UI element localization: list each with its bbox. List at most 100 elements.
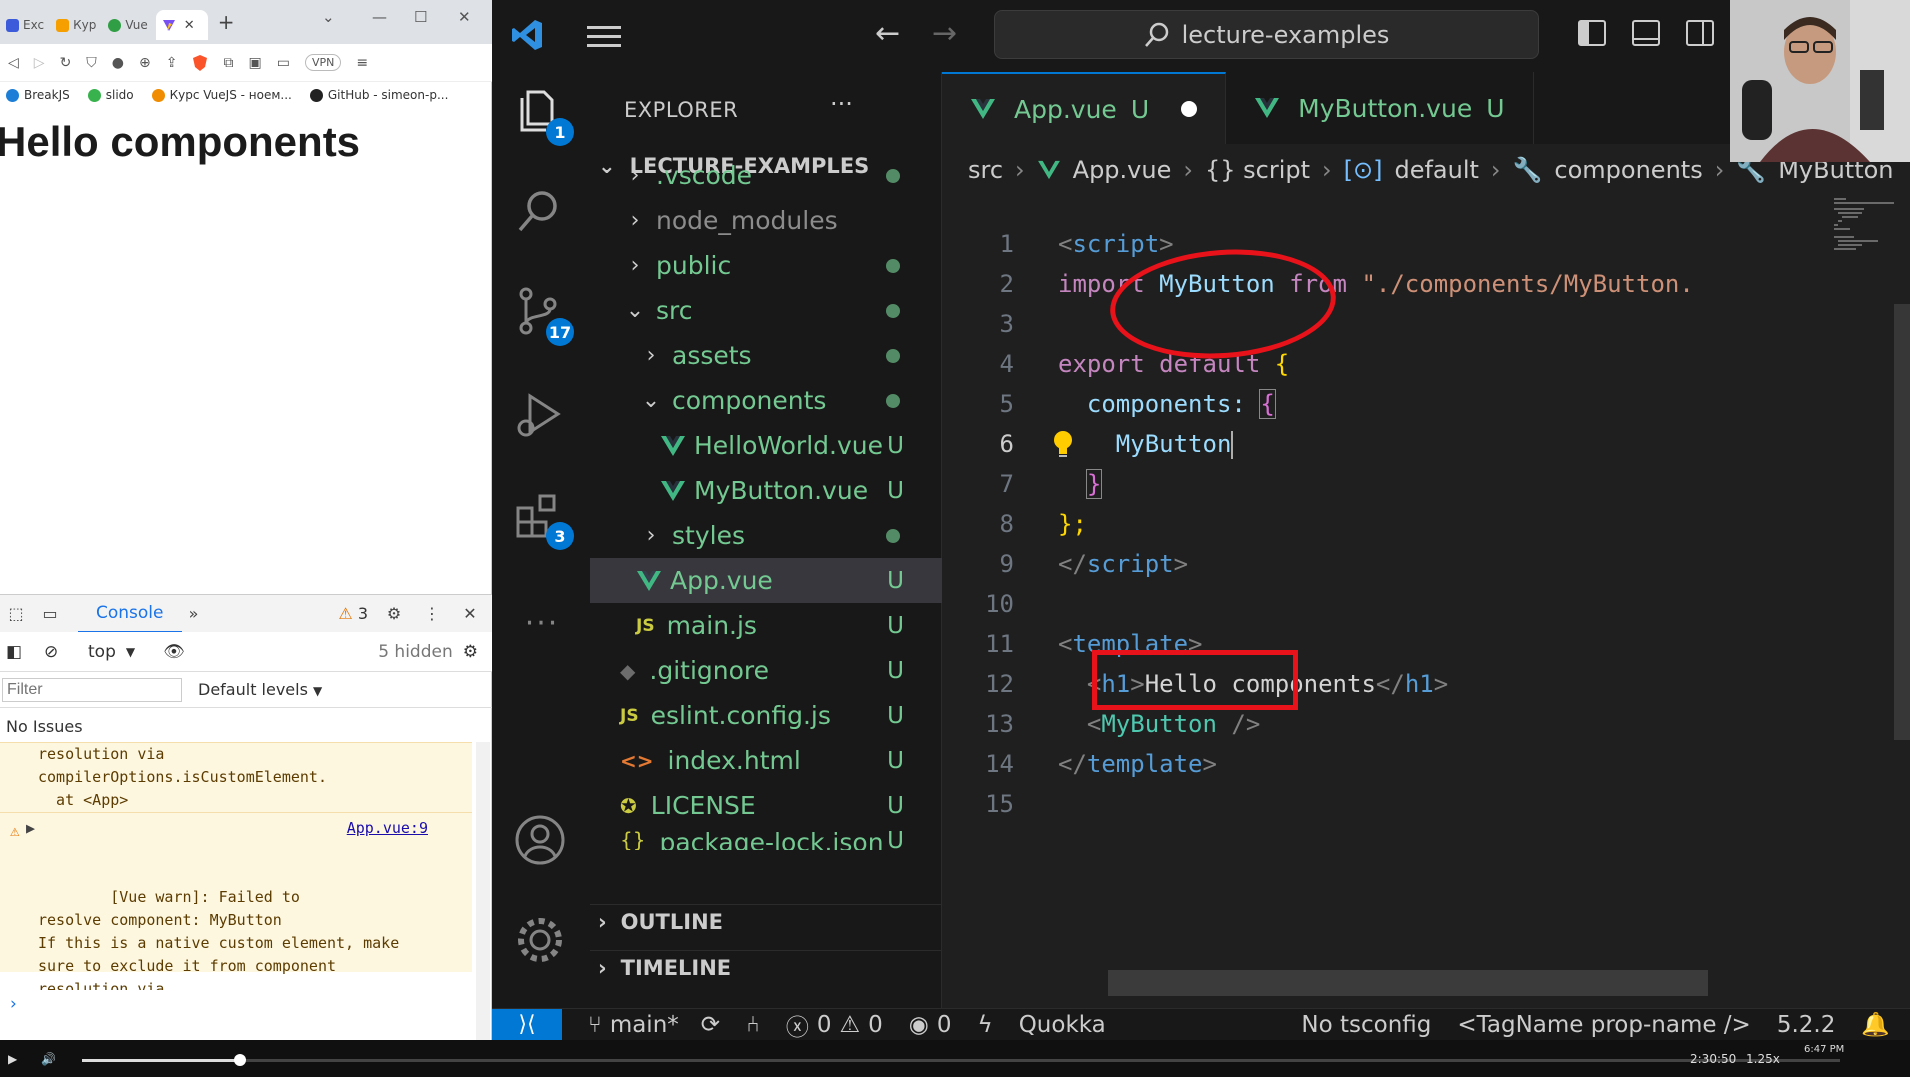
tab-app-vue[interactable]: App.vue U bbox=[942, 72, 1227, 144]
tree-item-components[interactable]: ⌄ components bbox=[590, 378, 942, 423]
zoom-icon[interactable]: ⊕ bbox=[139, 55, 151, 71]
warning-counter[interactable]: ⚠ 3 bbox=[338, 604, 368, 623]
console-prompt[interactable]: › bbox=[10, 994, 17, 1014]
breadcrumb-item[interactable]: components bbox=[1554, 156, 1702, 184]
tree-item-mybutton-vue[interactable]: MyButton.vue U bbox=[590, 468, 942, 513]
extensions-icon[interactable]: 3 bbox=[514, 490, 574, 550]
brave-shield-icon[interactable] bbox=[192, 54, 208, 72]
bookmark-item[interactable]: BreakJS bbox=[6, 88, 70, 102]
tree-item-helloworld-vue[interactable]: HelloWorld.vue U bbox=[590, 423, 942, 468]
tree-item-license[interactable]: ✪ LICENSE U bbox=[590, 783, 942, 828]
outline-section[interactable]: › OUTLINE bbox=[598, 910, 723, 934]
breadcrumb-item[interactable]: App.vue bbox=[1073, 156, 1172, 184]
console-settings-gear-icon[interactable]: ⚙ bbox=[463, 642, 478, 662]
code-editor[interactable]: 1 2 3 4 5 6 7 8 9 10 11 12 13 14 15 <scr… bbox=[942, 194, 1910, 894]
breadcrumb-item[interactable]: {} script bbox=[1205, 156, 1310, 184]
close-window-icon[interactable]: ✕ bbox=[458, 8, 471, 26]
bookmark-icon[interactable]: ⛉ bbox=[86, 55, 97, 71]
tree-item-index-html[interactable]: <> index.html U bbox=[590, 738, 942, 783]
share-icon[interactable]: ⇪ bbox=[166, 55, 178, 71]
tsconfig-status[interactable]: No tsconfig bbox=[1301, 1012, 1431, 1038]
context-selector[interactable]: top ▼ bbox=[88, 642, 135, 662]
play-icon[interactable]: ▶ bbox=[8, 1052, 17, 1066]
unsaved-dot-icon[interactable] bbox=[1181, 101, 1198, 117]
bookmark-item[interactable]: Курс VueJS - ноем... bbox=[151, 88, 292, 102]
new-tab-button[interactable]: + bbox=[218, 10, 235, 34]
browser-tab[interactable]: Кур bbox=[50, 10, 102, 40]
forward-arrow-icon[interactable]: → bbox=[932, 16, 957, 51]
manage-gear-icon[interactable] bbox=[514, 914, 570, 970]
kebab-menu-icon[interactable]: ⋮ bbox=[420, 604, 444, 623]
editor-vertical-scrollbar[interactable] bbox=[1894, 304, 1910, 740]
explorer-more-actions-icon[interactable]: ··· bbox=[830, 90, 853, 118]
menu-icon[interactable] bbox=[587, 26, 621, 48]
menu-icon[interactable]: ≡ bbox=[356, 55, 368, 71]
expand-triangle-icon[interactable]: ▶ bbox=[26, 817, 35, 840]
sidebar-toggle-icon[interactable]: ◧ bbox=[6, 642, 28, 662]
clear-console-icon[interactable]: ⊘ bbox=[44, 642, 66, 662]
toggle-panel-icon[interactable] bbox=[1632, 20, 1660, 46]
timeline-section[interactable]: › TIMELINE bbox=[598, 956, 731, 980]
tab-console[interactable]: Console bbox=[78, 595, 182, 633]
tagname-status[interactable]: <TagName prop-name /> bbox=[1457, 1012, 1750, 1038]
tree-item-node-modules[interactable]: › node_modules bbox=[590, 198, 942, 243]
breadcrumb-item[interactable]: src bbox=[968, 156, 1003, 184]
tree-item-package-lock[interactable]: {} package-lock.json U bbox=[590, 828, 942, 850]
browser-tab[interactable]: Exc bbox=[0, 10, 50, 40]
wallet-icon[interactable]: ▭ bbox=[277, 55, 290, 71]
log-levels-dropdown[interactable]: Default levels ▼ bbox=[198, 680, 322, 699]
explorer-files-icon[interactable]: 1 bbox=[514, 86, 574, 146]
ports-status[interactable]: ◉ 0 bbox=[909, 1012, 952, 1038]
problems-status[interactable]: ⓧ 0 ⚠ 0 bbox=[786, 1008, 883, 1042]
source-control-icon[interactable]: 17 bbox=[514, 286, 574, 346]
notifications-bell-icon[interactable]: 🔔 bbox=[1861, 1011, 1890, 1038]
more-views-icon[interactable]: ··· bbox=[514, 606, 570, 662]
back-icon[interactable]: ◁ bbox=[8, 55, 19, 71]
device-toolbar-icon[interactable]: ▭ bbox=[38, 604, 62, 623]
lightning-icon[interactable]: ϟ bbox=[978, 1012, 993, 1038]
seek-bar-track[interactable] bbox=[240, 1059, 1840, 1062]
breadcrumb-item[interactable]: default bbox=[1394, 156, 1478, 184]
playback-speed[interactable]: 1.25x bbox=[1746, 1052, 1780, 1066]
close-tab-icon[interactable]: ✕ bbox=[184, 18, 195, 33]
run-debug-icon[interactable] bbox=[514, 390, 570, 446]
bookmark-item[interactable]: slido bbox=[87, 88, 134, 102]
forward-icon[interactable]: ▷ bbox=[34, 55, 45, 71]
tree-item-eslint-config[interactable]: JS eslint.config.js U bbox=[590, 693, 942, 738]
extensions-icon[interactable]: ⧉ bbox=[223, 55, 233, 71]
typescript-version[interactable]: 5.2.2 bbox=[1777, 1012, 1836, 1038]
maximize-icon[interactable]: ☐ bbox=[414, 8, 427, 26]
account-icon[interactable] bbox=[514, 814, 570, 870]
sidebar-icon[interactable]: ▣ bbox=[248, 55, 261, 71]
search-icon[interactable] bbox=[514, 186, 570, 242]
quokka-status[interactable]: Quokka bbox=[1019, 1012, 1106, 1038]
info-icon[interactable]: ● bbox=[112, 55, 124, 71]
tree-item-app-vue[interactable]: App.vue U bbox=[590, 558, 942, 603]
volume-icon[interactable]: 🔊 bbox=[41, 1052, 56, 1066]
toggle-secondary-sidebar-icon[interactable] bbox=[1686, 20, 1714, 46]
editor-horizontal-scrollbar[interactable] bbox=[1108, 970, 1708, 996]
sync-icon[interactable]: ⟳ bbox=[701, 1012, 720, 1038]
inspect-element-icon[interactable]: ⬚ bbox=[4, 604, 28, 623]
tree-item-styles[interactable]: › styles bbox=[590, 513, 942, 558]
vpn-button[interactable]: VPN bbox=[304, 54, 342, 71]
live-expression-eye-icon[interactable]: 👁 bbox=[163, 642, 185, 662]
remote-indicator-icon[interactable]: ⟩⟨ bbox=[492, 1008, 562, 1041]
console-filter-input[interactable] bbox=[2, 677, 182, 702]
tab-mybutton-vue[interactable]: MyButton.vue U bbox=[1226, 72, 1534, 144]
command-center-search[interactable]: lecture-examples bbox=[994, 10, 1539, 59]
tree-item-assets[interactable]: › assets bbox=[590, 333, 942, 378]
reload-icon[interactable]: ↻ bbox=[60, 55, 72, 71]
source-link[interactable]: App.vue:9 bbox=[347, 817, 428, 840]
browser-tab-active[interactable]: ✕ bbox=[155, 10, 208, 40]
minimize-icon[interactable]: — bbox=[372, 8, 387, 26]
browser-tab[interactable]: Vue bbox=[102, 10, 153, 40]
branch-status[interactable]: ⑂ main* ⟳ bbox=[588, 1012, 720, 1038]
git-graph-icon[interactable]: ⑃ bbox=[746, 1012, 760, 1038]
toggle-primary-sidebar-icon[interactable] bbox=[1578, 20, 1606, 46]
tree-item-vscode[interactable]: › .vscode bbox=[590, 153, 942, 198]
tab-search-icon[interactable]: ⌄ bbox=[322, 8, 335, 26]
more-tabs-icon[interactable]: » bbox=[182, 604, 206, 623]
close-devtools-icon[interactable]: ✕ bbox=[458, 604, 482, 623]
settings-gear-icon[interactable]: ⚙ bbox=[382, 604, 406, 623]
